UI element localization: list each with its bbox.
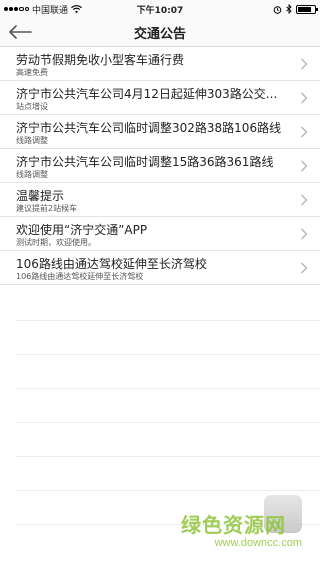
- chevron-right-icon: [301, 194, 308, 206]
- status-bar: 中国联通 下午10:07: [0, 0, 320, 18]
- back-button[interactable]: [8, 18, 42, 46]
- chevron-right-icon: [301, 262, 308, 274]
- watermark-text: 绿色资源网: [181, 513, 286, 537]
- notice-subtitle: 建议提前2站候车: [16, 204, 78, 213]
- arrow-left-icon: [9, 25, 32, 39]
- divider: [16, 422, 320, 423]
- notice-subtitle: 站点增设: [16, 102, 48, 111]
- alarm-icon: [273, 5, 282, 14]
- notice-title: 济宁市公共汽车公司4月12日起延伸303路公交...: [16, 87, 278, 101]
- wifi-icon: [71, 5, 82, 13]
- notice-subtitle: 线路调整: [16, 136, 48, 145]
- notice-subtitle: 线路调整: [16, 170, 48, 179]
- divider: [16, 490, 320, 491]
- chevron-right-icon: [301, 126, 308, 138]
- status-left: 中国联通: [0, 3, 82, 16]
- battery-icon: [296, 4, 318, 14]
- watermark: 绿色资源网 www.downcc.com: [152, 495, 302, 555]
- signal-icon: [4, 6, 29, 12]
- bluetooth-icon: [286, 4, 292, 14]
- status-right: [273, 4, 320, 14]
- notice-title: 106路线由通达驾校延伸至长济驾校: [16, 257, 207, 271]
- chevron-right-icon: [301, 92, 308, 104]
- chevron-right-icon: [301, 228, 308, 240]
- notice-title: 劳动节假期免收小型客车通行费: [16, 53, 185, 67]
- notice-item[interactable]: 济宁市公共汽车公司4月12日起延伸303路公交... 站点增设: [0, 81, 320, 115]
- carrier-label: 中国联通: [32, 5, 69, 16]
- notice-title: 济宁市公共汽车公司临时调整15路36路361路线: [16, 155, 274, 169]
- notice-subtitle: 测试时期，欢迎使用。: [16, 238, 96, 247]
- notice-subtitle: 高速免费: [16, 68, 48, 77]
- notice-title: 济宁市公共汽车公司临时调整302路38路106路线: [16, 121, 282, 135]
- notice-title: 温馨提示: [16, 189, 65, 203]
- notice-item[interactable]: 106路线由通达驾校延伸至长济驾校 106路线由通达驾校延伸至长济驾校: [0, 251, 320, 285]
- page-title: 交通公告: [133, 26, 186, 42]
- nav-bar: 交通公告: [0, 18, 320, 47]
- notice-title: 欢迎使用“济宁交通”APP: [16, 223, 148, 237]
- chevron-right-icon: [301, 58, 308, 70]
- notice-item[interactable]: 欢迎使用“济宁交通”APP 测试时期，欢迎使用。: [0, 217, 320, 251]
- divider: [16, 456, 320, 457]
- watermark-url: www.downcc.com: [214, 537, 302, 549]
- chevron-right-icon: [301, 160, 308, 172]
- divider: [16, 354, 320, 355]
- notice-subtitle: 106路线由通达驾校延伸至长济驾校: [16, 272, 144, 281]
- notice-item[interactable]: 温馨提示 建议提前2站候车: [0, 183, 320, 217]
- notice-item[interactable]: 劳动节假期免收小型客车通行费 高速免费: [0, 47, 320, 81]
- divider: [16, 388, 320, 389]
- notice-list: 劳动节假期免收小型客车通行费 高速免费 济宁市公共汽车公司4月12日起延伸303…: [0, 47, 320, 285]
- notice-item[interactable]: 济宁市公共汽车公司临时调整302路38路106路线 线路调整: [0, 115, 320, 149]
- divider: [16, 320, 320, 321]
- notice-item[interactable]: 济宁市公共汽车公司临时调整15路36路361路线 线路调整: [0, 149, 320, 183]
